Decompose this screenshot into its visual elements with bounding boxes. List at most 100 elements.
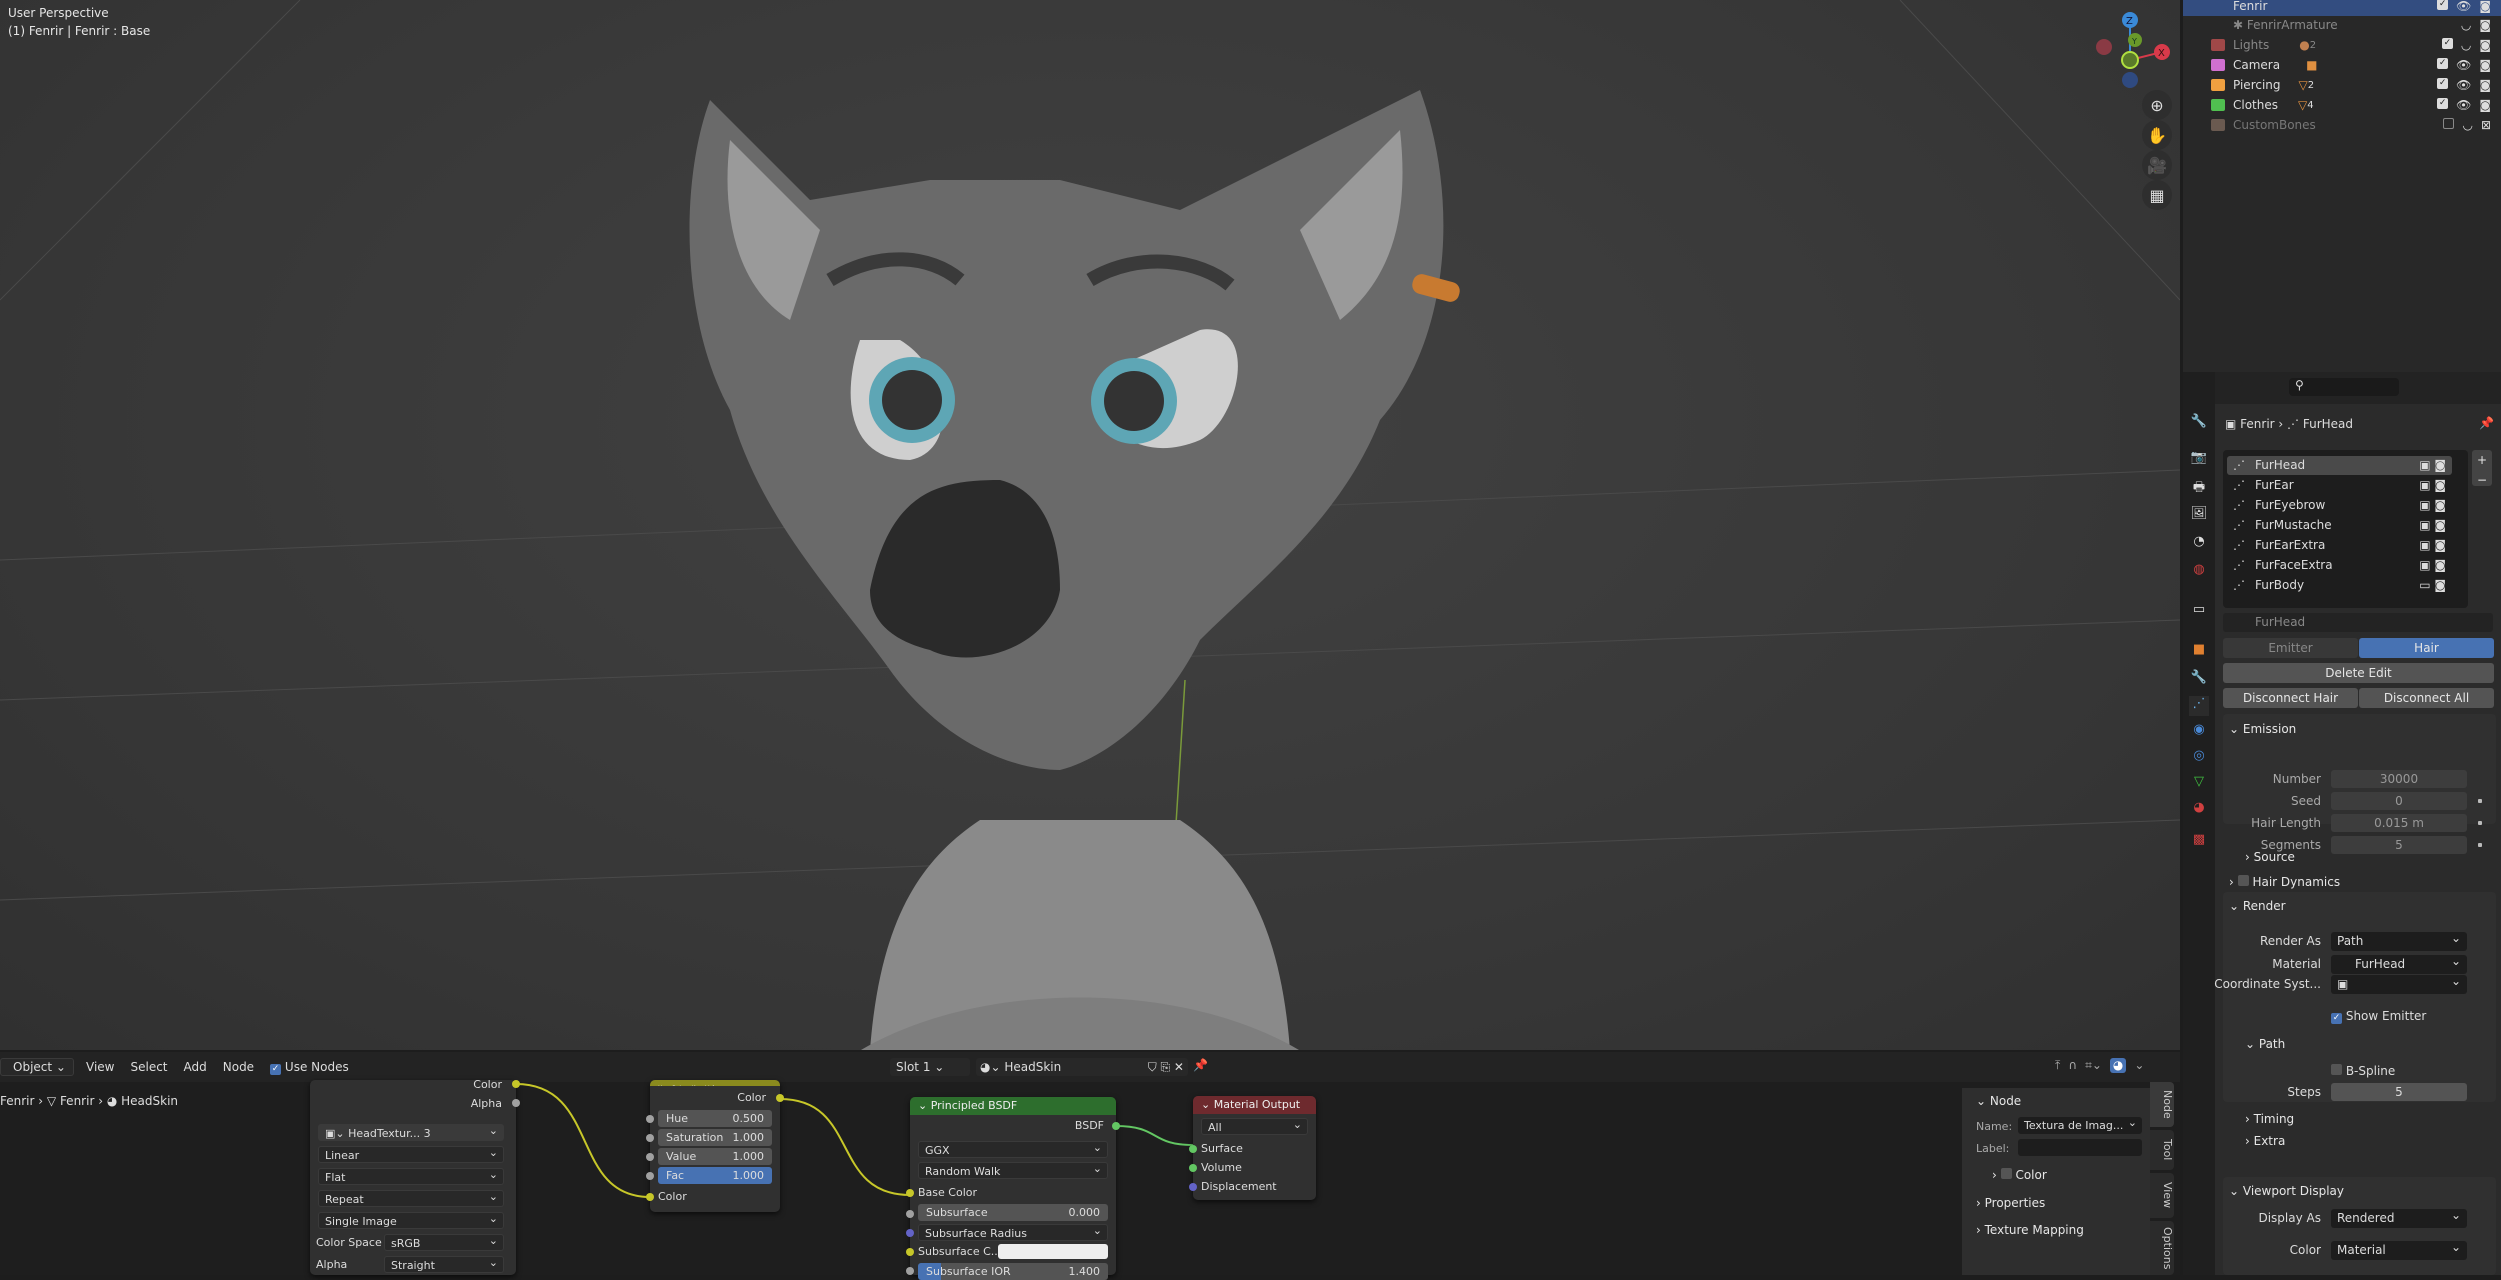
disconnect-all-button[interactable]: Disconnect All — [2359, 688, 2494, 708]
hue-saturation-value-node[interactable]: Hue Saturation Value Color Hue 0.500 Satur… — [646, 1080, 784, 1212]
coordinate-system-field[interactable]: ▣ — [2331, 972, 2467, 994]
camera-icon[interactable]: ◙ — [2479, 58, 2491, 72]
socket[interactable] — [906, 1229, 914, 1237]
pin-icon[interactable]: 📌 — [2479, 416, 2494, 430]
constraints-tab-icon[interactable]: ◎ — [2189, 748, 2209, 768]
socket[interactable] — [646, 1172, 654, 1180]
label-field[interactable] — [2018, 1139, 2142, 1156]
tab-tool[interactable]: Tool — [2150, 1130, 2174, 1170]
source-dropdown[interactable]: Single Image — [318, 1210, 504, 1229]
overlay-icon[interactable]: ◕ — [2109, 1058, 2127, 1073]
particle-system-item[interactable]: ⋰ FurEarExtra ▣ ◙ — [2227, 536, 2452, 555]
particle-system-item[interactable]: ⋰ FurMustache ▣ ◙ — [2227, 516, 2452, 535]
node-panel-header[interactable]: ⌄ Node — [1976, 1094, 2021, 1108]
type-hair-tab[interactable]: Hair — [2359, 638, 2494, 658]
zoom-icon[interactable]: ⊕ — [2142, 90, 2172, 120]
viewport-display-header[interactable]: ⌄ Viewport Display — [2229, 1184, 2344, 1198]
visibility-controls[interactable]: ◡ ◙ — [2461, 18, 2491, 32]
particle-settings-field[interactable]: FurHead — [2223, 613, 2493, 632]
viewport-render-toggles[interactable]: ▣ ◙ — [2419, 476, 2446, 495]
material-dropdown[interactable]: FurHead — [2331, 952, 2467, 974]
material-output-node[interactable]: ⌄ Material Output All Surface Volume Dis… — [1189, 1096, 1316, 1200]
camera-icon[interactable]: ◙ — [2479, 0, 2491, 13]
path-subpanel[interactable]: ⌄ Path — [2245, 1037, 2285, 1051]
alpha-dropdown[interactable]: Straight — [384, 1254, 504, 1273]
modifier-tab-icon[interactable]: 🔧 — [2189, 670, 2209, 690]
show-emitter-checkbox[interactable]: ✓ Show Emitter — [2331, 1009, 2426, 1024]
color-space-dropdown[interactable]: sRGB — [384, 1232, 504, 1251]
emission-field-value[interactable]: 5 — [2331, 836, 2467, 854]
image-selector[interactable]: ▣⌄ HeadTextur... 3 — [318, 1122, 504, 1141]
view-layer-tab-icon[interactable]: 🖼 — [2189, 506, 2209, 526]
subsurface-method-dropdown[interactable]: Random Walk — [918, 1160, 1108, 1179]
subsurface-color-swatch[interactable] — [998, 1244, 1108, 1259]
eye-icon[interactable]: ◡ — [2461, 38, 2471, 52]
subsurface-ior-field[interactable]: Subsurface IOR 1.400 — [918, 1263, 1108, 1280]
projection-dropdown[interactable]: Flat — [318, 1166, 504, 1185]
viewport-render-toggles[interactable]: ▣ ◙ — [2419, 456, 2446, 475]
visibility-controls[interactable]: ✓ ◡ ◙ — [2441, 38, 2491, 52]
parent-icon[interactable]: ⤒ — [2055, 1058, 2060, 1073]
hand-icon[interactable]: ✋ — [2142, 120, 2172, 150]
outliner-item-fenrir[interactable]: Fenrir ✓ 👁 ◙ — [2183, 0, 2501, 16]
emission-field-value[interactable]: 30000 — [2331, 770, 2467, 788]
socket[interactable] — [906, 1210, 914, 1218]
emission-header[interactable]: ⌄ Emission — [2229, 722, 2296, 736]
emission-field-value[interactable]: 0.015 m — [2331, 814, 2467, 832]
particle-system-item[interactable]: ⋰ FurBody ▭ ◙ — [2227, 576, 2452, 595]
collection-tab-icon[interactable]: ▭ — [2189, 602, 2209, 622]
object-tab-icon[interactable]: ■ — [2189, 642, 2209, 662]
visibility-controls[interactable]: ◡ ⊠ — [2443, 118, 2491, 132]
socket[interactable] — [646, 1115, 654, 1123]
outliner-item-camera[interactable]: Camera ■ ✓ 👁 ◙ — [2183, 55, 2501, 75]
tab-node[interactable]: Node — [2150, 1082, 2174, 1127]
principled-bsdf-node[interactable]: ⌄ Principled BSDF BSDF GGX Random Walk B… — [906, 1097, 1120, 1280]
socket[interactable] — [646, 1134, 654, 1142]
bspline-checkbox[interactable]: B-Spline — [2331, 1064, 2395, 1078]
overlay-controls[interactable]: ⤒ ∩ ⌗⌄ ◕ ⌄ — [2055, 1058, 2144, 1073]
tool-tab-icon[interactable]: 🔧 — [2189, 414, 2209, 434]
tab-options[interactable]: Options — [2150, 1221, 2174, 1275]
outliner-item-armature[interactable]: ✱ FenrirArmature ◡ ◙ — [2183, 15, 2501, 35]
snapping-icon[interactable]: ⌗⌄ — [2085, 1058, 2102, 1073]
visibility-controls[interactable]: ✓ 👁 ◙ — [2437, 58, 2491, 72]
socket[interactable] — [1112, 1122, 1120, 1130]
particle-systems-list[interactable]: ⋰ FurHead ▣ ◙ ⋰ FurEar ▣ ◙ ⋰ FurEyebrow ▣ ◙ ⋰ FurM… — [2223, 450, 2468, 608]
checkbox[interactable]: ✓ — [2437, 78, 2449, 89]
name-field[interactable]: Textura de Imag... — [2018, 1114, 2142, 1134]
hsv-field[interactable]: Value 1.000 — [658, 1148, 772, 1165]
hsv-field[interactable]: Saturation 1.000 — [658, 1129, 772, 1146]
particle-system-item[interactable]: ⋰ FurEyebrow ▣ ◙ — [2227, 496, 2452, 515]
display-as-dropdown[interactable]: Rendered — [2331, 1206, 2467, 1228]
texture-mapping-panel-header[interactable]: › Texture Mapping — [1976, 1223, 2084, 1237]
socket[interactable] — [646, 1153, 654, 1161]
camera-icon[interactable]: ◙ — [2479, 98, 2491, 112]
emission-field-value[interactable]: 0 — [2331, 792, 2467, 810]
node-sidebar[interactable]: ⌄ Node Name: Textura de Imag... Label: ›… — [1962, 1088, 2150, 1275]
physics-tab-icon[interactable]: ◉ — [2189, 722, 2209, 742]
overlay-dropdown-icon[interactable]: ⌄ — [2134, 1058, 2144, 1073]
keyframe-dot[interactable] — [2478, 821, 2482, 825]
checkbox[interactable]: ✓ — [2437, 0, 2449, 10]
visibility-controls[interactable]: ✓ 👁 ◙ — [2437, 0, 2491, 13]
socket[interactable] — [906, 1267, 914, 1275]
particle-system-item[interactable]: ⋰ FurHead ▣ ◙ — [2227, 456, 2452, 475]
outliner-item-piercing[interactable]: Piercing ▽ 2 ✓ 👁 ◙ — [2183, 75, 2501, 95]
particle-system-item[interactable]: ⋰ FurFaceExtra ▣ ◙ — [2227, 556, 2452, 575]
viewport-render-toggles[interactable]: ▣ ◙ — [2419, 496, 2446, 515]
checkbox[interactable]: ✓ — [2437, 98, 2449, 109]
socket[interactable] — [906, 1189, 914, 1197]
eye-icon[interactable]: ◡ — [2461, 18, 2471, 32]
socket[interactable] — [1189, 1183, 1197, 1191]
output-tab-icon[interactable]: 🖶 — [2189, 478, 2209, 498]
camera-icon[interactable]: 🎥 — [2142, 150, 2172, 180]
eye-icon[interactable]: 👁 — [2456, 0, 2471, 13]
eye-icon[interactable]: ◡ — [2462, 118, 2472, 132]
shader-editor[interactable]: Object ⌄ View Select Add Node ✓ Use Node… — [0, 1052, 2180, 1280]
hsv-field[interactable]: Fac 1.000 — [658, 1167, 772, 1184]
3d-viewport[interactable]: User Perspective (1) Fenrir | Fenrir : B… — [0, 0, 2180, 1050]
socket[interactable] — [512, 1080, 520, 1088]
eye-icon[interactable]: 👁 — [2456, 98, 2471, 112]
socket[interactable] — [1189, 1164, 1197, 1172]
viewport-render-toggles[interactable]: ▣ ◙ — [2419, 536, 2446, 555]
